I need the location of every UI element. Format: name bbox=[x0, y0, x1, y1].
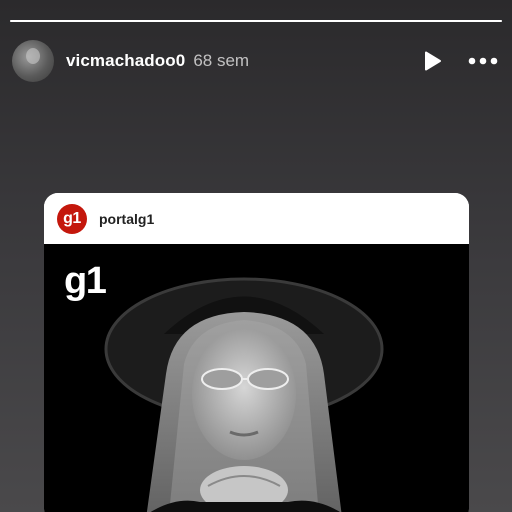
story-progress-fill bbox=[10, 20, 502, 22]
shared-post-account[interactable]: portalg1 bbox=[99, 211, 154, 227]
shared-post-card[interactable]: g1 portalg1 g1 bbox=[44, 193, 469, 512]
portrait-photo bbox=[104, 277, 384, 512]
g1-logo-icon[interactable]: g1 bbox=[57, 203, 87, 234]
story-progress-bar bbox=[10, 20, 502, 22]
shared-post-header: g1 portalg1 bbox=[44, 193, 469, 244]
timestamp: 68 sem bbox=[193, 51, 250, 70]
username[interactable]: vicmachadoo0 bbox=[66, 51, 185, 71]
play-icon bbox=[425, 51, 441, 71]
story-header: vicmachadoo0 68 sem bbox=[12, 39, 500, 83]
shared-post-image[interactable]: g1 bbox=[44, 244, 469, 512]
play-button[interactable] bbox=[418, 46, 448, 76]
g1-brand-text: g1 bbox=[64, 260, 107, 302]
more-options-button[interactable] bbox=[466, 46, 500, 76]
more-horizontal-icon bbox=[468, 57, 498, 65]
avatar[interactable] bbox=[12, 40, 54, 82]
